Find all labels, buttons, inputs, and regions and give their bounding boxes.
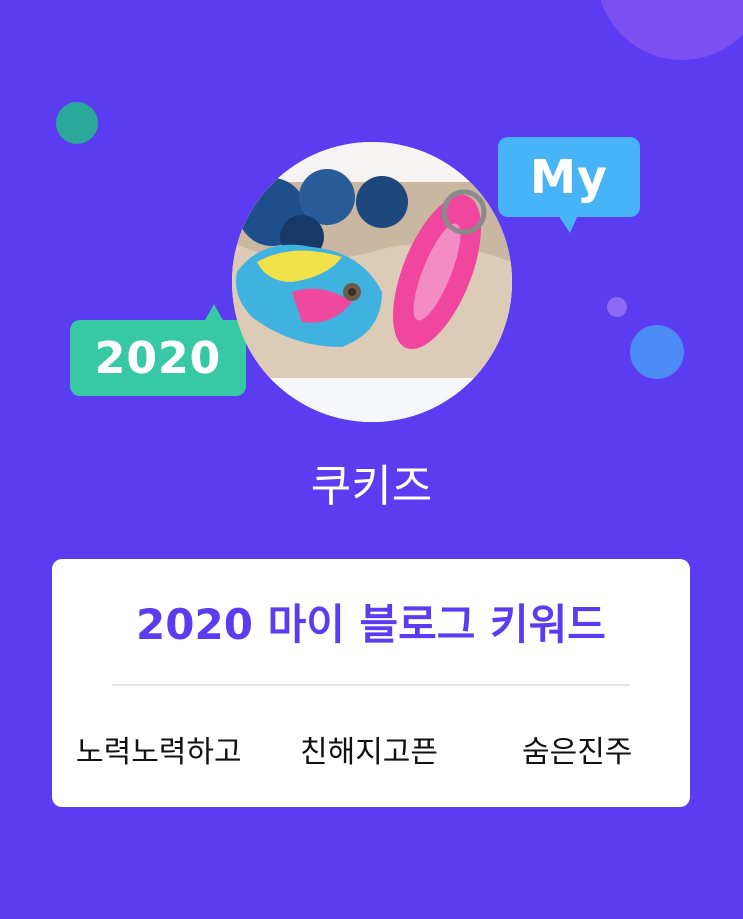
username: 쿠키즈: [310, 461, 433, 512]
year-speech-bubble: 2020: [70, 304, 246, 396]
keyword-item: 친해지고픈: [300, 735, 438, 770]
keyword-item: 숨은진주: [522, 735, 633, 770]
keywords-card: 2020 마이 블로그 키워드 노력노력하고 친해지고픈 숨은진주: [52, 559, 690, 807]
decorative-circle-blue: [630, 325, 684, 379]
avatar[interactable]: [232, 142, 512, 422]
card-divider: [112, 684, 630, 686]
decorative-circle-top-right: [597, 0, 743, 60]
keywords-card-title: 2020 마이 블로그 키워드: [136, 600, 606, 649]
my-label: My: [530, 150, 608, 204]
year-label: 2020: [94, 332, 222, 384]
year-bubble-tail: [204, 304, 224, 322]
decorative-circle-small: [607, 297, 627, 317]
my-bubble-tail: [558, 215, 578, 233]
keyword-item: 노력노력하고: [76, 735, 242, 770]
decorative-circle-teal: [56, 102, 98, 144]
my-speech-bubble: My: [498, 137, 640, 233]
profile-photo-icon: [232, 142, 512, 422]
